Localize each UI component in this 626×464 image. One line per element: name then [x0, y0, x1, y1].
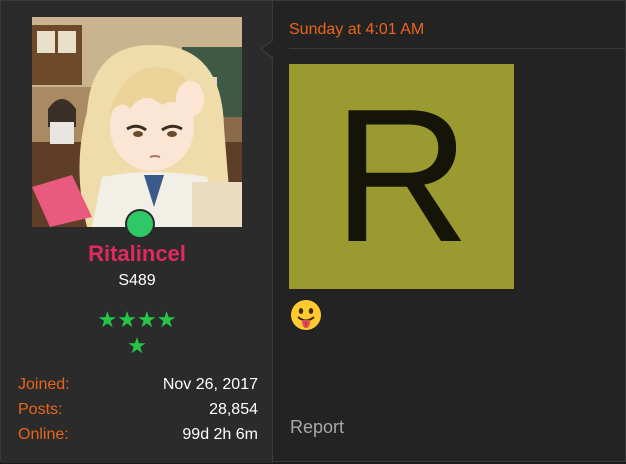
user-title: S489	[118, 272, 156, 289]
stat-posts: Posts: 28,854	[18, 397, 258, 422]
user-panel: Ritalincel S489 ★★★★ ★ Joined: Nov 26, 2…	[1, 1, 273, 463]
stat-online: Online: 99d 2h 6m	[18, 422, 258, 447]
stars-row-2: ★	[127, 333, 147, 358]
user-stats: Joined: Nov 26, 2017 Posts: 28,854 Onlin…	[18, 372, 258, 447]
stat-label: Posts:	[18, 401, 63, 418]
stat-value: 99d 2h 6m	[182, 426, 258, 443]
user-avatar[interactable]	[32, 17, 242, 227]
stat-label: Joined:	[18, 376, 70, 393]
post-image-letter: R	[332, 70, 471, 282]
online-status-indicator	[125, 209, 155, 239]
stat-label: Online:	[18, 426, 69, 443]
post-header-divider	[289, 48, 626, 49]
message-pointer-arrow	[260, 39, 274, 59]
report-link[interactable]: Report	[290, 417, 344, 438]
stars-row-1: ★★★★	[97, 307, 177, 332]
stat-joined: Joined: Nov 26, 2017	[18, 372, 258, 397]
stat-value[interactable]: 28,854	[209, 397, 258, 422]
user-rank-stars: ★★★★ ★	[1, 307, 273, 359]
face-with-tongue-icon	[291, 300, 321, 330]
post-image[interactable]: R	[289, 64, 514, 289]
username-link[interactable]: Ritalincel	[1, 241, 273, 267]
post-date-link[interactable]: Sunday at 4:01 AM	[289, 21, 424, 39]
stat-value: Nov 26, 2017	[162, 376, 258, 393]
forum-post: Ritalincel S489 ★★★★ ★ Joined: Nov 26, 2…	[0, 0, 626, 463]
